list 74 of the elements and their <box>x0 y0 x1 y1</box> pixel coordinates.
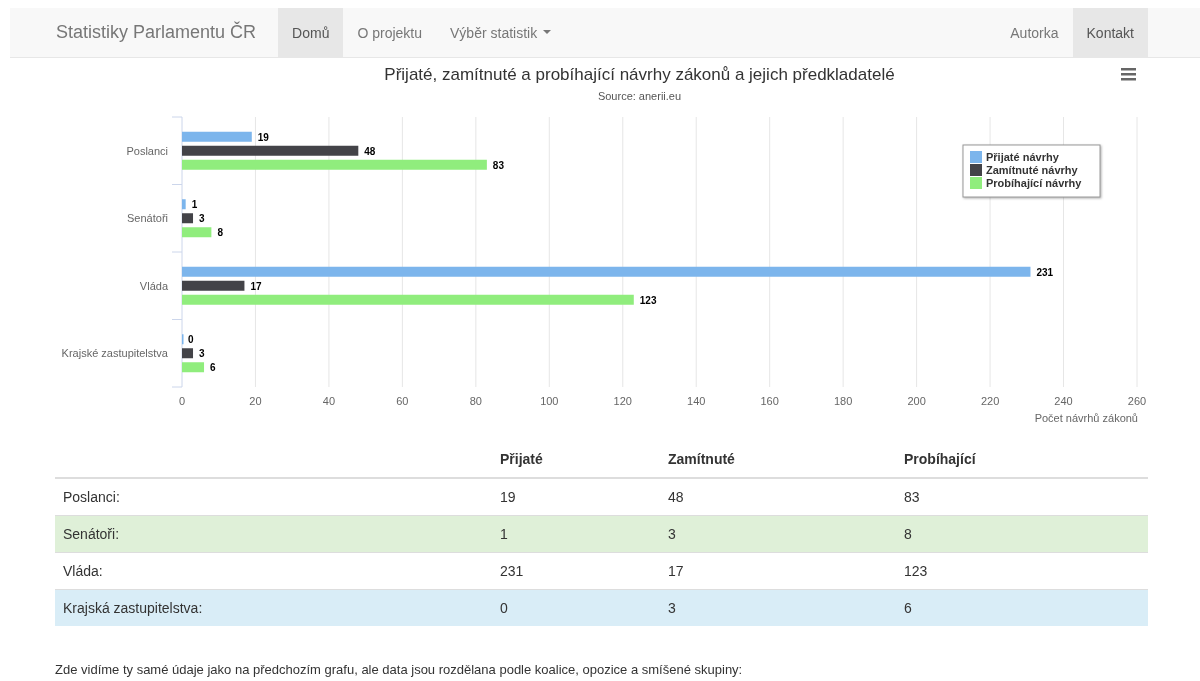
axis-tick-label: 80 <box>469 395 482 407</box>
axis-tick-label: 180 <box>833 395 853 407</box>
data-label: 48 <box>364 145 376 157</box>
row-label: Krajská zastupitelstva: <box>55 589 492 626</box>
data-label: 0 <box>188 334 194 346</box>
table-cell: 3 <box>660 515 896 553</box>
legend-label[interactable]: Probíhající návrhy <box>986 177 1082 189</box>
row-label: Vláda: <box>55 552 492 590</box>
axis-title: Počet návrhů zákonů <box>1034 412 1138 424</box>
table-cell: 123 <box>896 552 1148 590</box>
category-label: Senátoři <box>127 212 168 225</box>
data-label: 1 <box>191 199 198 211</box>
nav-link[interactable]: Domů <box>278 8 344 57</box>
legend-label[interactable]: Zamítnuté návrhy <box>986 164 1078 176</box>
legend-swatch <box>970 151 982 163</box>
data-label: 231 <box>1036 266 1054 278</box>
bar <box>182 362 205 373</box>
table-cell: 231 <box>492 552 660 590</box>
table-cell: 8 <box>896 515 1148 553</box>
data-label: 123 <box>639 294 657 306</box>
axis-tick-label: 200 <box>907 395 926 407</box>
bar <box>182 280 245 291</box>
data-label: 8 <box>217 227 223 239</box>
caret-icon <box>543 30 552 35</box>
table-cell: 83 <box>896 478 1148 516</box>
row-label: Poslanci: <box>55 478 492 516</box>
axis-tick-label: 100 <box>540 395 559 407</box>
axis-tick-label: 220 <box>980 395 1000 407</box>
axis-tick-label: 0 <box>178 395 186 407</box>
legend-swatch <box>970 177 982 189</box>
axis-tick-label: 60 <box>396 395 409 407</box>
menu-icon[interactable] <box>1121 68 1136 81</box>
axis-tick-label: 240 <box>1054 395 1073 407</box>
row-label: Senátoři: <box>55 515 492 553</box>
data-label: 17 <box>250 280 262 292</box>
axis-tick-label: 260 <box>1127 395 1147 407</box>
table-cell: 48 <box>660 478 896 516</box>
axis-tick-label: 140 <box>687 395 706 407</box>
bar <box>182 227 212 238</box>
data-label: 3 <box>199 348 205 360</box>
nav-link[interactable]: Výběr statistik <box>436 8 566 57</box>
table-cell: 19 <box>492 478 660 516</box>
chart-title: Přijaté, zamítnuté a probíhající návrhy zákonů a jejich předkladatelé <box>384 65 895 84</box>
table-cell: 6 <box>896 589 1148 626</box>
table-cell: 1 <box>492 515 660 553</box>
data-label: 6 <box>210 362 216 374</box>
category-label: Krajské zastupitelstva <box>61 347 168 360</box>
axis-tick-label: 20 <box>249 395 262 407</box>
table-cell: 17 <box>660 552 896 590</box>
category-label: Vláda <box>139 279 168 292</box>
data-label: 83 <box>492 159 504 171</box>
bar <box>182 348 193 359</box>
site-brand[interactable]: Statistiky Parlamentu ČR <box>56 22 257 43</box>
table-cell: 3 <box>660 589 896 626</box>
table-cell: 0 <box>492 589 660 626</box>
axis-tick-label: 120 <box>613 395 632 407</box>
chart-subtitle: Source: anerii.eu <box>597 90 682 102</box>
bar <box>182 131 252 142</box>
column-header: Probíhající <box>896 440 1148 478</box>
category-label: Poslanci <box>126 144 168 157</box>
description-paragraph: Zde vidíme ty samé údaje jako na předchozím grafu, ale data jsou rozdělana podle koalice, opozice a smíšené skupiny: <box>55 662 744 678</box>
nav-link[interactable]: O projektu <box>343 8 437 57</box>
nav-link[interactable]: Autorka <box>996 8 1073 57</box>
column-header: Přijaté <box>492 440 660 478</box>
column-header: Zamítnuté <box>660 440 896 478</box>
legend-label[interactable]: Přijaté návrhy <box>986 151 1059 163</box>
axis-tick-label: 160 <box>760 395 779 407</box>
bar <box>182 213 193 224</box>
data-label: 19 <box>257 131 269 143</box>
data-label: 3 <box>199 213 205 225</box>
axis-tick-label: 40 <box>322 395 336 407</box>
legend-swatch <box>970 164 982 176</box>
bar <box>182 199 186 210</box>
nav-link[interactable]: Kontakt <box>1072 8 1148 57</box>
